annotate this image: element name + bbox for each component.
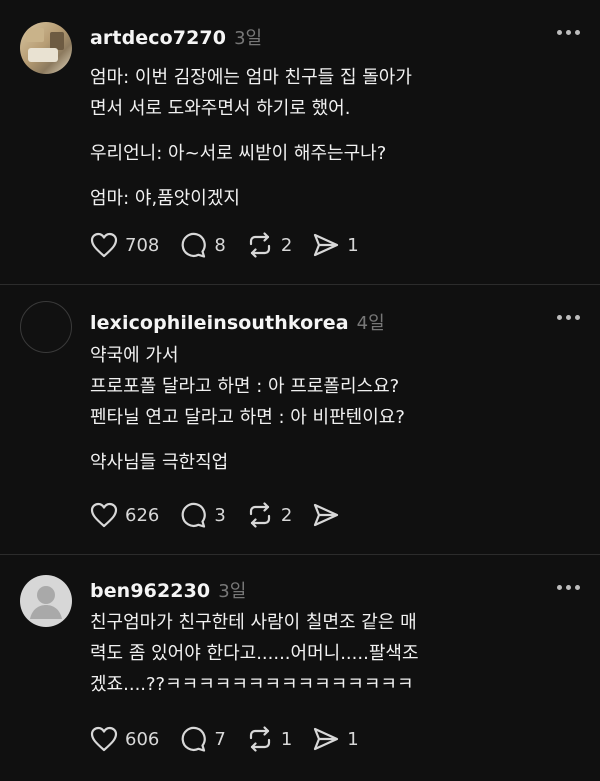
default-avatar-icon — [30, 586, 62, 619]
share-button[interactable]: 1 — [312, 726, 359, 752]
comment-bubble-icon — [181, 232, 207, 258]
like-count: 626 — [125, 504, 160, 526]
comment-bubble-icon — [181, 502, 207, 528]
like-button[interactable]: 626 — [90, 502, 159, 528]
text-line: 겠죠....??ㅋㅋㅋㅋㅋㅋㅋㅋㅋㅋㅋㅋㅋㅋㅋ — [90, 674, 414, 695]
timestamp: 3일 — [218, 581, 247, 602]
share-count: 1 — [347, 728, 359, 750]
post-header: lexicophileinsouthkorea 4일 — [90, 309, 385, 335]
avatar[interactable] — [20, 22, 72, 74]
text-line: 프로포폴 달라고 하면 : 아 프로폴리스요? — [90, 376, 400, 397]
heart-icon — [90, 502, 118, 528]
share-count: 1 — [347, 234, 359, 256]
post-text: 친구엄마가 친구한테 사람이 칠면조 같은 매 력도 좀 있어야 한다고....… — [90, 607, 576, 700]
thread-feed: artdeco7270 3일 엄마: 이번 김장에는 엄마 친구들 집 돌아가 … — [0, 0, 600, 781]
like-count: 606 — [125, 728, 160, 750]
post: lexicophileinsouthkorea 4일 약국에 가서 프로포폴 달… — [0, 285, 600, 555]
post: ben962230 3일 친구엄마가 친구한테 사람이 칠면조 같은 매 력도 … — [0, 555, 600, 781]
action-bar: 626 3 2 — [90, 501, 367, 529]
text-line: 약국에 가서 — [90, 345, 179, 366]
comment-button[interactable]: 7 — [179, 725, 226, 753]
repost-icon — [249, 232, 270, 258]
text-line: 약사님들 극한직업 — [90, 452, 229, 473]
text-line: 엄마: 이번 김장에는 엄마 친구들 집 돌아가 — [90, 67, 412, 88]
post-text: 약국에 가서 프로포폴 달라고 하면 : 아 프로폴리스요? 펜타닐 연고 달라… — [90, 340, 576, 478]
text-line: 친구엄마가 친구한테 사람이 칠면조 같은 매 — [90, 612, 417, 633]
repost-count: 2 — [280, 504, 293, 526]
timestamp: 3일 — [234, 28, 263, 49]
timestamp: 4일 — [356, 313, 385, 334]
avatar[interactable] — [20, 575, 72, 627]
heart-icon — [90, 232, 118, 258]
comment-bubble-icon — [181, 726, 207, 752]
post: artdeco7270 3일 엄마: 이번 김장에는 엄마 친구들 집 돌아가 … — [0, 0, 600, 285]
repost-button[interactable]: 1 — [246, 725, 292, 753]
repost-icon — [249, 502, 270, 528]
post-header: artdeco7270 3일 — [90, 24, 262, 50]
text-line: 펜타닐 연고 달라고 하면 : 아 비판텐이요? — [90, 407, 405, 428]
share-button[interactable]: 1 — [312, 232, 359, 258]
action-bar: 708 8 2 1 — [90, 231, 379, 259]
like-count: 708 — [125, 234, 160, 256]
comment-button[interactable]: 8 — [179, 231, 226, 259]
username[interactable]: artdeco7270 — [90, 27, 226, 49]
more-dots-icon[interactable] — [557, 315, 580, 320]
action-bar: 606 7 1 1 — [90, 725, 379, 753]
text-line: 엄마: 야,품앗이겠지 — [90, 188, 240, 209]
comment-button[interactable]: 3 — [179, 501, 226, 529]
like-button[interactable]: 606 — [90, 726, 159, 752]
post-text: 엄마: 이번 김장에는 엄마 친구들 집 돌아가 면서 서로 도와주면서 하기로… — [90, 62, 576, 214]
send-icon — [314, 503, 339, 527]
more-dots-icon[interactable] — [557, 585, 580, 590]
username[interactable]: lexicophileinsouthkorea — [90, 312, 349, 334]
text-line: 우리언니: 아~서로 씨받이 해주는구나? — [90, 143, 387, 164]
send-icon — [314, 727, 339, 751]
repost-count: 1 — [280, 728, 293, 750]
text-line: 면서 서로 도와주면서 하기로 했어. — [90, 98, 351, 119]
repost-button[interactable]: 2 — [246, 501, 292, 529]
text-line: 력도 좀 있어야 한다고......어머니.....팔색조 — [90, 643, 419, 664]
avatar[interactable] — [20, 301, 72, 353]
repost-count: 2 — [280, 234, 293, 256]
repost-button[interactable]: 2 — [246, 231, 292, 259]
send-icon — [314, 233, 339, 257]
comment-count: 7 — [214, 728, 226, 750]
more-dots-icon[interactable] — [557, 30, 580, 35]
comment-count: 3 — [214, 504, 226, 526]
share-button[interactable] — [312, 502, 347, 528]
like-button[interactable]: 708 — [90, 232, 159, 258]
comment-count: 8 — [214, 234, 226, 256]
username[interactable]: ben962230 — [90, 580, 210, 602]
heart-icon — [90, 726, 118, 752]
post-header: ben962230 3일 — [90, 577, 246, 603]
repost-icon — [249, 726, 270, 752]
